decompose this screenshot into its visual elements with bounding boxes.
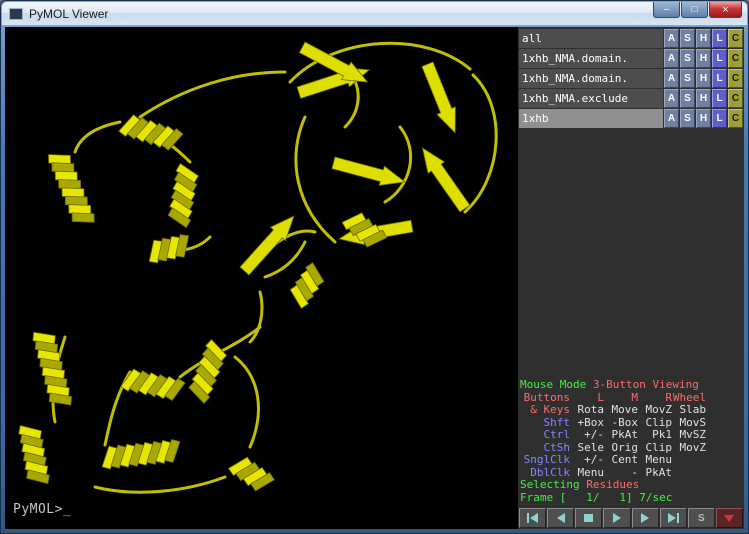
mouse-mode-value: 3-Button Viewing <box>593 378 699 391</box>
label-button[interactable]: L <box>712 29 727 48</box>
step-forward-icon <box>638 513 652 523</box>
color-button[interactable]: C <box>728 29 743 48</box>
selecting-label: Selecting <box>520 478 580 491</box>
skip-to-end-icon <box>666 513 680 523</box>
map-val: Slab <box>672 404 706 417</box>
mouse-map-row: & KeysRotaMoveMovZSlab <box>520 404 744 417</box>
object-row: 1xhb_NMA.domain. A S H L C <box>519 69 744 88</box>
object-name-selected[interactable]: 1xhb <box>519 109 663 128</box>
step-back-button[interactable] <box>547 508 574 528</box>
object-row: 1xhb A S H L C <box>519 109 744 128</box>
stop-button[interactable] <box>575 508 602 528</box>
show-button[interactable]: S <box>680 69 695 88</box>
step-forward-button[interactable] <box>632 508 659 528</box>
skip-to-start-icon <box>526 513 540 523</box>
color-button[interactable]: C <box>728 69 743 88</box>
3d-viewport[interactable]: PyMOL>_ <box>5 27 518 529</box>
title-bar[interactable]: PyMOL Viewer – □ × <box>2 2 747 26</box>
control-sidebar: all A S H L C 1xhb_NMA.domain. A S H L C… <box>518 27 744 529</box>
scene-button[interactable]: S <box>688 508 715 528</box>
mouse-mode-panel: Mouse Mode 3-Button Viewing ButtonsLMRWh… <box>518 377 744 507</box>
map-val: Pk1 <box>638 429 672 442</box>
object-name[interactable]: 1xhb_NMA.exclude <box>519 89 663 108</box>
label-button[interactable]: L <box>712 69 727 88</box>
mouse-map-row: SnglClk+/-CentMenu <box>520 454 744 467</box>
selecting-value: Residues <box>586 478 639 491</box>
window-title: PyMOL Viewer <box>29 7 108 21</box>
mouse-mode-toggle[interactable]: Mouse Mode 3-Button Viewing <box>520 379 744 392</box>
color-button[interactable]: C <box>728 89 743 108</box>
map-val: Rota <box>570 404 604 417</box>
map-val: Menu <box>638 454 672 467</box>
object-name[interactable]: 1xhb_NMA.domain. <box>519 49 663 68</box>
show-button[interactable]: S <box>680 89 695 108</box>
protein-cartoon-render <box>5 27 518 529</box>
map-key: Ctrl <box>520 429 570 442</box>
menu-down-arrow-icon <box>722 513 736 523</box>
hide-button[interactable]: H <box>696 29 711 48</box>
frame-indicator: Frame [ 1/ 1] 7/sec <box>520 492 744 505</box>
window-icon[interactable] <box>9 8 23 20</box>
action-button[interactable]: A <box>664 109 679 128</box>
go-to-start-button[interactable] <box>519 508 546 528</box>
close-button[interactable]: × <box>709 2 742 18</box>
show-button[interactable]: S <box>680 109 695 128</box>
selecting-mode-toggle[interactable]: Selecting Residues <box>520 479 744 492</box>
object-row: all A S H L C <box>519 29 744 48</box>
object-list: all A S H L C 1xhb_NMA.domain. A S H L C… <box>518 27 744 128</box>
maximize-button[interactable]: □ <box>681 2 708 18</box>
action-button[interactable]: A <box>664 69 679 88</box>
map-val: Move <box>604 404 638 417</box>
map-val: PkAt <box>604 429 638 442</box>
object-name[interactable]: 1xhb_NMA.domain. <box>519 69 663 88</box>
label-button[interactable]: L <box>712 89 727 108</box>
playback-bar: S <box>518 507 744 529</box>
object-name[interactable]: all <box>519 29 663 48</box>
action-button[interactable]: A <box>664 89 679 108</box>
label-button[interactable]: L <box>712 109 727 128</box>
map-val: MovZ <box>638 404 672 417</box>
action-button[interactable]: A <box>664 49 679 68</box>
stop-icon <box>582 513 596 523</box>
mouse-mode-label: Mouse Mode <box>520 378 586 391</box>
map-key: & Keys <box>520 404 570 417</box>
pymol-window: PyMOL Viewer – □ × <box>0 0 749 534</box>
movie-menu-button[interactable] <box>716 508 743 528</box>
map-val: MovZ <box>672 442 706 455</box>
play-icon <box>610 513 624 523</box>
go-to-end-button[interactable] <box>660 508 687 528</box>
hide-button[interactable]: H <box>696 89 711 108</box>
step-back-icon <box>554 513 568 523</box>
map-val: MvSZ <box>672 429 706 442</box>
map-key: SnglClk <box>520 454 570 467</box>
label-button[interactable]: L <box>712 49 727 68</box>
window-controls: – □ × <box>653 2 742 18</box>
object-row: 1xhb_NMA.domain. A S H L C <box>519 49 744 68</box>
action-button[interactable]: A <box>664 29 679 48</box>
show-button[interactable]: S <box>680 49 695 68</box>
hide-button[interactable]: H <box>696 49 711 68</box>
color-button[interactable]: C <box>728 109 743 128</box>
map-val: +/- <box>570 429 604 442</box>
map-val: Cent <box>604 454 638 467</box>
map-val: +/- <box>570 454 604 467</box>
play-button[interactable] <box>603 508 630 528</box>
client-area: PyMOL>_ all A S H L C 1xhb_NMA.domain. A… <box>5 27 744 529</box>
sidebar-spacer <box>518 128 744 377</box>
map-val: PkAt <box>638 467 672 480</box>
object-row: 1xhb_NMA.exclude A S H L C <box>519 89 744 108</box>
hide-button[interactable]: H <box>696 109 711 128</box>
hide-button[interactable]: H <box>696 69 711 88</box>
mouse-map-row: Ctrl+/-PkAtPk1MvSZ <box>520 429 744 442</box>
show-button[interactable]: S <box>680 29 695 48</box>
color-button[interactable]: C <box>728 49 743 68</box>
command-prompt[interactable]: PyMOL>_ <box>13 502 71 517</box>
minimize-button[interactable]: – <box>653 2 680 18</box>
